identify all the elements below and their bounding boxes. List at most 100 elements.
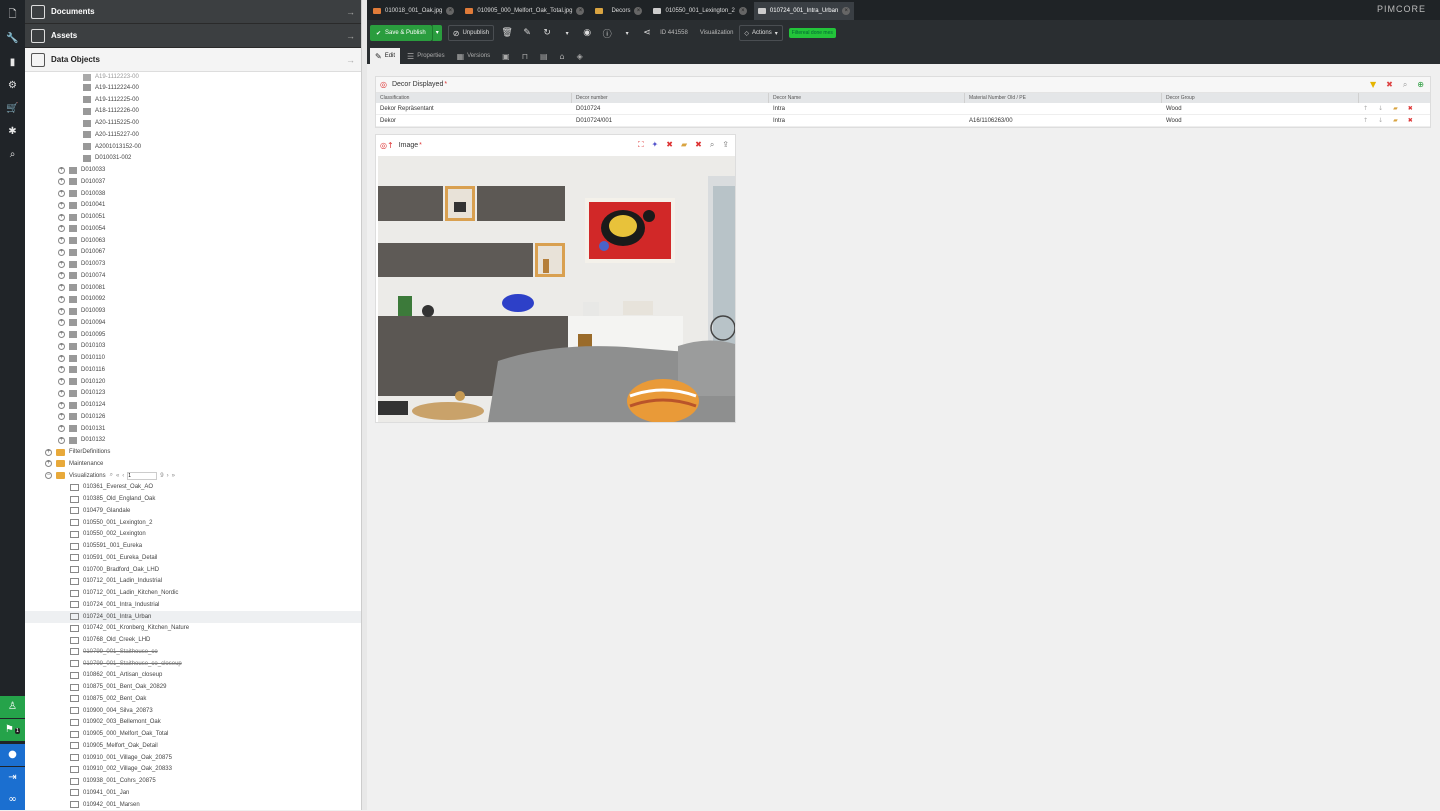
tree-object-folder[interactable]: + D010073	[25, 258, 361, 270]
expand-icon[interactable]: +	[58, 213, 65, 221]
table-row[interactable]: Dekor Repräsentant D010724 Intra Wood ↑ ↓ ▰ ✖	[376, 103, 1430, 115]
unpublish-button[interactable]: ⊘ Unpublish	[447, 25, 495, 41]
tab-tags[interactable]: ⌂	[555, 48, 570, 64]
upload-icon[interactable]: ⇪	[722, 140, 729, 150]
tree-visualization-item[interactable]: 010724_001_Intra_Industrial	[25, 599, 361, 611]
tab-versions[interactable]: ▦ Versions	[452, 48, 496, 64]
move-down-icon[interactable]: ↓	[1378, 115, 1383, 126]
remove-icon[interactable]: ✖	[1408, 115, 1413, 126]
tree-visualization-item[interactable]: 010385_Old_England_Oak	[25, 493, 361, 505]
tree-visualization-item[interactable]: 010768_Old_Creek_LHD	[25, 634, 361, 646]
grid-column-header[interactable]: Decor Name	[769, 93, 965, 103]
editor-tab[interactable]: 010550_001_Lexington_2 ×	[649, 2, 750, 20]
next-page-icon[interactable]: ›	[167, 473, 169, 479]
grid-column-header[interactable]: Decor number	[572, 93, 769, 103]
pimcore-logo-icon[interactable]: ∞	[0, 789, 25, 810]
info-icon[interactable]: ⓘ	[600, 27, 614, 40]
tree-object-folder[interactable]: + D010067	[25, 247, 361, 259]
arrow-right-icon[interactable]: →	[346, 55, 355, 65]
tree-visualization-item[interactable]: 010712_001_Ladin_Kitchen_Nordic	[25, 587, 361, 599]
move-up-icon[interactable]: ↑	[1363, 103, 1368, 114]
tree-leaf[interactable]: D010031-002	[25, 153, 361, 165]
filter-icon[interactable]: ▼	[1370, 80, 1376, 90]
add-icon[interactable]: ⊕	[1417, 80, 1424, 90]
tree-visualization-item[interactable]: 010902_003_Bellemont_Oak	[25, 717, 361, 729]
file-icon[interactable]: 🗋	[4, 6, 21, 23]
expand-icon[interactable]: +	[58, 178, 65, 186]
expand-icon[interactable]: +	[58, 237, 65, 245]
tree-leaf[interactable]: A18-1112226-00	[25, 106, 361, 118]
search-icon[interactable]: ⌕	[710, 140, 714, 150]
gear-icon[interactable]: ⚙	[4, 77, 21, 94]
tree-visualization-item[interactable]: 010742_001_Kronberg_Kitchen_Nature	[25, 623, 361, 635]
accordion-documents[interactable]: Documents →	[25, 0, 361, 24]
tree-visualization-item[interactable]: 010479_Glandale	[25, 505, 361, 517]
tree-object-folder[interactable]: + D010041	[25, 200, 361, 212]
search-icon[interactable]: ⌕	[1403, 80, 1407, 90]
open-icon[interactable]: ▰	[1393, 103, 1398, 114]
tree-object-folder[interactable]: + D010074	[25, 270, 361, 282]
delete-icon[interactable]: ✖	[666, 140, 673, 150]
tree-visualization-item[interactable]: 010900_004_Silva_20873	[25, 705, 361, 717]
expand-icon[interactable]: +	[58, 436, 65, 444]
user-badge-icon[interactable]: ♙	[0, 696, 25, 718]
visualization-image[interactable]	[378, 156, 735, 422]
expand-icon[interactable]: +	[58, 225, 65, 233]
tree-visualization-item[interactable]: 010862_001_Artisan_closeup	[25, 670, 361, 682]
logout-icon[interactable]: ⇥	[0, 767, 25, 789]
tree-object-folder[interactable]: + D010093	[25, 305, 361, 317]
arrow-right-icon[interactable]: →	[346, 7, 355, 17]
reload-icon[interactable]: ↻	[540, 28, 554, 38]
tree-visualization-item[interactable]: 010910_002_Village_Oak_20833	[25, 764, 361, 776]
open-folder-icon[interactable]: ▰	[681, 140, 687, 150]
expand-icon[interactable]: +	[45, 448, 52, 456]
move-down-icon[interactable]: ↓	[1378, 103, 1383, 114]
tree-visualization-item[interactable]: 010700_Bradford_Oak_LHD	[25, 564, 361, 576]
tree-visualization-item[interactable]: 010905_Melfort_Oak_Detail	[25, 740, 361, 752]
tree-visualization-item[interactable]: 010938_001_Cohrs_20875	[25, 775, 361, 787]
expand-icon[interactable]: +	[58, 389, 65, 397]
expand-icon[interactable]: +	[58, 166, 65, 174]
search-icon[interactable]: ⌕	[4, 146, 21, 163]
actions-button[interactable]: ◇ Actions ▾	[739, 25, 783, 41]
tree-visualization-item[interactable]: 010875_001_Bent_Oak_20829	[25, 681, 361, 693]
tree-leaf[interactable]: A19-1112225-00	[25, 94, 361, 106]
close-icon[interactable]: ×	[738, 7, 747, 15]
tree-object-folder[interactable]: + D010054	[25, 223, 361, 235]
expand-icon[interactable]: +	[58, 190, 65, 198]
save-publish-button[interactable]: ✔ Save & Publish	[370, 25, 432, 41]
close-icon[interactable]: ×	[842, 7, 851, 15]
wrench-icon[interactable]: 🔧	[4, 30, 21, 47]
accordion-assets[interactable]: Assets →	[25, 24, 361, 48]
tree-object-folder[interactable]: + D010132	[25, 435, 361, 447]
expand-icon[interactable]: +	[58, 319, 65, 327]
table-row[interactable]: Dekor D010724/001 Intra A16/1106263/00 Wood ↑…	[376, 115, 1430, 127]
cart-icon[interactable]: 🛒	[4, 100, 21, 117]
editor-tab[interactable]: 010905_000_Melfort_Oak_Total.jpg ×	[461, 2, 588, 20]
tree-folder-maintenance[interactable]: + Maintenance	[25, 458, 361, 470]
expand-icon[interactable]: +	[58, 425, 65, 433]
tree-object-folder[interactable]: + D010092	[25, 294, 361, 306]
tree-folder-visualizations[interactable]: − Visualizations ⌕ « ‹ 9 › »	[25, 470, 361, 482]
tree-visualization-item[interactable]: 010550_001_Lexington_2	[25, 517, 361, 529]
expand-icon[interactable]: +	[58, 413, 65, 421]
tree-object-folder[interactable]: + D010110	[25, 352, 361, 364]
network-icon[interactable]: ✱	[4, 123, 21, 140]
tree-visualization-item[interactable]: 010712_001_Ladin_Industrial	[25, 576, 361, 588]
collapse-icon[interactable]: −	[45, 472, 52, 480]
tree-folder-filterdefinitions[interactable]: + FilterDefinitions	[25, 446, 361, 458]
first-page-icon[interactable]: «	[116, 473, 119, 479]
tab-schedule[interactable]: ▣	[497, 48, 515, 64]
close-icon[interactable]: ×	[576, 7, 585, 15]
expand-icon[interactable]: +	[58, 378, 65, 386]
close-icon[interactable]: ×	[634, 7, 643, 15]
tree-object-folder[interactable]: + D010033	[25, 164, 361, 176]
tree-visualization-item[interactable]: 010550_002_Lexington	[25, 529, 361, 541]
tree-visualization-item[interactable]: 010799_001_Staithouse_co_closeup	[25, 658, 361, 670]
accordion-data-objects[interactable]: Data Objects →	[25, 48, 361, 72]
page-input[interactable]	[127, 471, 158, 480]
grid-column-header[interactable]: Decor Group	[1162, 93, 1359, 103]
chart-icon[interactable]: ▮	[4, 54, 21, 71]
tab-workflow[interactable]: ◈	[572, 48, 588, 64]
expand-icon[interactable]: +	[58, 201, 65, 209]
